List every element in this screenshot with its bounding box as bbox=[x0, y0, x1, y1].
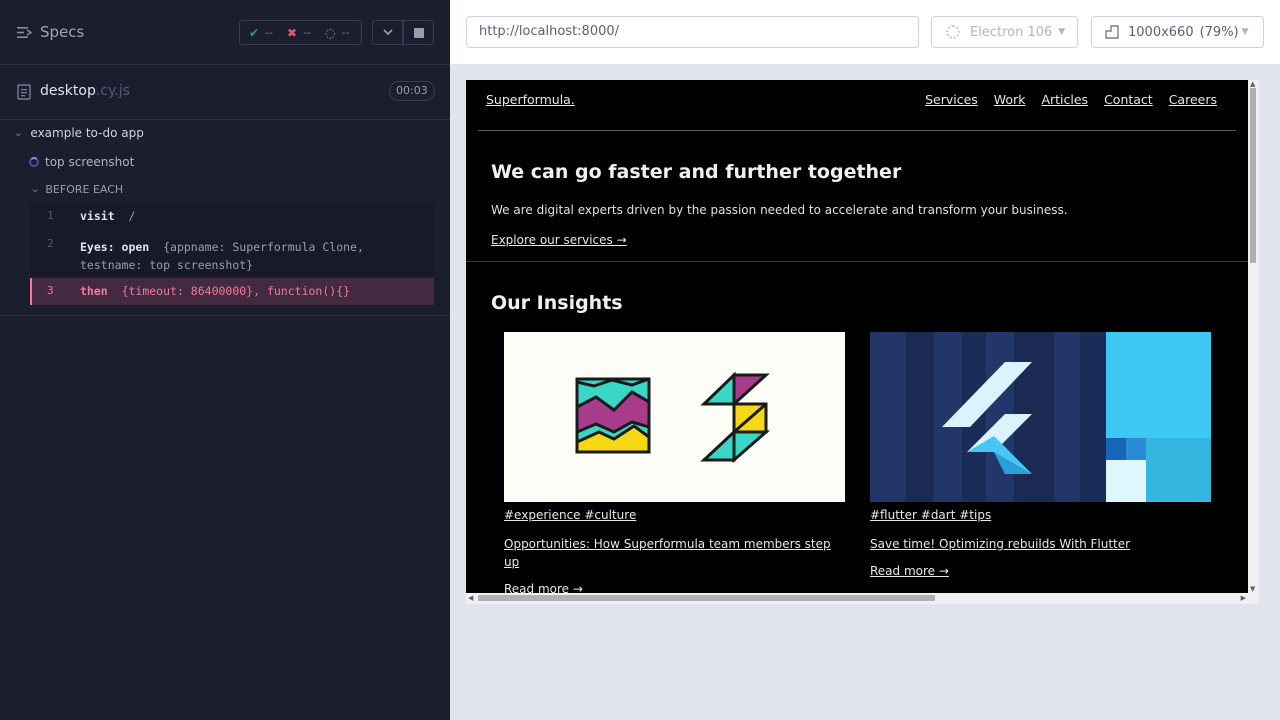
site-nav: Services Work Articles Contact Careers bbox=[925, 92, 1217, 107]
browser-label: Electron 106 bbox=[970, 24, 1053, 40]
vertical-scrollbar[interactable]: ▲ ▼ bbox=[1248, 80, 1259, 593]
pending-icon: ◌ bbox=[325, 25, 336, 40]
card-tags[interactable]: #flutter #dart #tips bbox=[870, 508, 1211, 522]
viewport-scale: (79%) bbox=[1199, 24, 1239, 40]
insight-image-flutter[interactable] bbox=[870, 332, 1211, 502]
nav-link-articles[interactable]: Articles bbox=[1041, 92, 1088, 107]
horizontal-scrollbar[interactable]: ◀ ▶ bbox=[466, 593, 1248, 604]
nav-link-services[interactable]: Services bbox=[925, 92, 978, 107]
read-more-link[interactable]: Read more → bbox=[504, 582, 845, 593]
horizontal-scroll-thumb[interactable] bbox=[478, 595, 935, 601]
viewport-size: 1000x660 bbox=[1128, 24, 1194, 40]
toggle-auto-scroll-button[interactable] bbox=[372, 20, 403, 45]
aut-iframe[interactable]: Superformula. Services Work Articles Con… bbox=[466, 80, 1248, 593]
test-stats: ✔ -- ✖ -- ◌ -- bbox=[239, 20, 362, 45]
viewport-selector[interactable]: 1000x660 (79%) ▼ bbox=[1091, 16, 1264, 48]
nav-link-contact[interactable]: Contact bbox=[1104, 92, 1153, 107]
hero-title: We can go faster and further together bbox=[491, 161, 902, 183]
nav-link-work[interactable]: Work bbox=[994, 92, 1026, 107]
failed-stat: ✖ -- bbox=[287, 25, 312, 40]
card-tags[interactable]: #experience #culture bbox=[504, 508, 845, 522]
chevron-down-icon: ▼ bbox=[1241, 27, 1249, 37]
read-more-link[interactable]: Read more → bbox=[870, 564, 1211, 578]
command-number: 1 bbox=[47, 209, 54, 222]
chevron-down-icon: ▼ bbox=[1058, 27, 1066, 37]
insight-image-culture[interactable] bbox=[504, 332, 845, 502]
chevron-down-icon: ⌄ bbox=[13, 127, 24, 139]
x-icon: ✖ bbox=[287, 25, 298, 40]
command-log: 1 visit / 2 Eyes: open {appname: Superfo… bbox=[30, 203, 434, 305]
chevron-down-icon bbox=[382, 29, 393, 36]
site-page: Superformula. Services Work Articles Con… bbox=[466, 80, 1248, 593]
browser-selector[interactable]: Electron 106 ▼ bbox=[931, 16, 1078, 48]
card-title[interactable]: Opportunities: How Superformula team mem… bbox=[504, 535, 845, 571]
specs-label[interactable]: Specs bbox=[40, 23, 84, 41]
insights-title: Our Insights bbox=[491, 292, 623, 314]
chevron-down-icon: ⌄ bbox=[30, 184, 41, 195]
spec-file-name[interactable]: desktop.cy.js bbox=[40, 83, 130, 99]
scroll-up-arrow-icon[interactable]: ▲ bbox=[1250, 80, 1255, 88]
hook-title[interactable]: ⌄ BEFORE EACH bbox=[30, 183, 123, 196]
command-row[interactable]: 2 Eyes: open {appname: Superformula Clon… bbox=[30, 231, 434, 276]
command-number: 2 bbox=[47, 237, 54, 250]
url-bar[interactable]: http://localhost:8000/ bbox=[466, 16, 919, 48]
command-number: 3 bbox=[47, 284, 54, 297]
electron-icon bbox=[946, 25, 960, 39]
command-row-failing[interactable]: 3 then {timeout: 86400000}, function(){} bbox=[30, 278, 434, 305]
section-divider bbox=[466, 261, 1248, 262]
divider bbox=[0, 315, 450, 316]
test-title[interactable]: top screenshot bbox=[29, 155, 134, 169]
ruler-icon bbox=[1105, 25, 1119, 39]
scrollbar-corner bbox=[1248, 593, 1259, 604]
command-args: / bbox=[128, 209, 136, 223]
spec-duration: 00:03 bbox=[389, 81, 435, 101]
running-spinner-icon bbox=[29, 157, 39, 167]
scroll-left-arrow-icon[interactable]: ◀ bbox=[468, 594, 473, 602]
vertical-scroll-thumb[interactable] bbox=[1250, 88, 1256, 263]
scroll-down-arrow-icon[interactable]: ▼ bbox=[1250, 585, 1255, 593]
insight-card: #flutter #dart #tips Save time! Optimizi… bbox=[870, 332, 1211, 578]
flutter-illustration bbox=[870, 332, 1211, 502]
command-name: visit bbox=[80, 209, 115, 223]
site-logo-link[interactable]: Superformula. bbox=[486, 92, 575, 107]
command-row[interactable]: 1 visit / bbox=[30, 203, 434, 229]
passed-stat: ✔ -- bbox=[249, 25, 274, 40]
card-title[interactable]: Save time! Optimizing rebuilds With Flut… bbox=[870, 535, 1211, 553]
command-name: then bbox=[80, 284, 108, 298]
stop-button[interactable] bbox=[403, 20, 434, 45]
superformula-illustration bbox=[575, 371, 770, 464]
nav-divider bbox=[478, 130, 1236, 131]
reporter-panel: Specs ✔ -- ✖ -- ◌ -- desktop.cy.js 00:03 ⌄ e… bbox=[0, 0, 450, 720]
insight-card: #experience #culture Opportunities: How … bbox=[504, 332, 845, 593]
nav-link-careers[interactable]: Careers bbox=[1169, 92, 1217, 107]
stop-icon bbox=[413, 27, 424, 38]
hero-text: We are digital experts driven by the pas… bbox=[491, 203, 1068, 217]
check-icon: ✔ bbox=[249, 25, 260, 40]
scroll-right-arrow-icon[interactable]: ▶ bbox=[1241, 594, 1246, 602]
pending-stat: ◌ -- bbox=[325, 25, 350, 40]
specs-list-icon[interactable] bbox=[17, 26, 32, 39]
document-icon bbox=[17, 84, 31, 100]
suite-title[interactable]: ⌄ example to-do app bbox=[13, 126, 144, 140]
command-name: Eyes: open bbox=[80, 240, 150, 254]
command-args: {timeout: 86400000}, function(){} bbox=[121, 284, 351, 298]
explore-services-link[interactable]: Explore our services → bbox=[491, 233, 627, 247]
